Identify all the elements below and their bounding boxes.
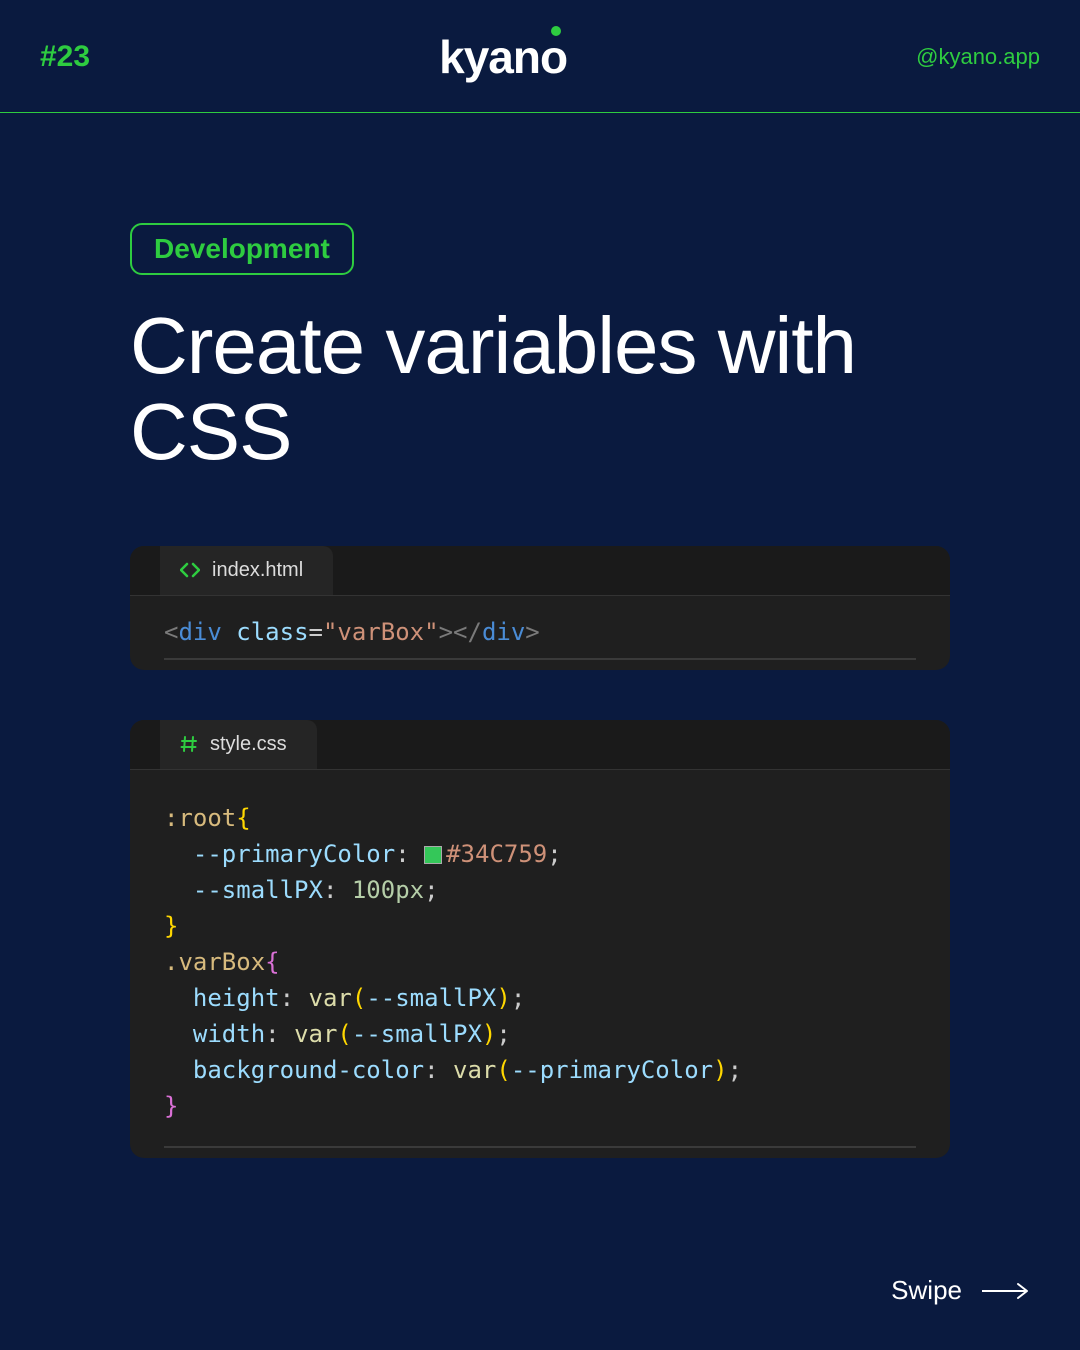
social-handle: @kyano.app: [916, 44, 1040, 70]
code-content: <div class="varBox"></div>: [130, 596, 950, 670]
code-content: :root{ --primaryColor: #34C759; --smallP…: [130, 770, 950, 1158]
code-block-css: style.css :root{ --primaryColor: #34C759…: [130, 720, 950, 1158]
header: #23 kyano @kyano.app: [0, 0, 1080, 113]
file-tab-html: index.html: [160, 546, 333, 595]
swipe-label: Swipe: [891, 1275, 962, 1306]
tab-bar: style.css: [130, 720, 950, 770]
tab-bar: index.html: [130, 546, 950, 596]
color-swatch-icon: [424, 846, 442, 864]
category-badge: Development: [130, 223, 354, 275]
arrow-right-icon: [980, 1282, 1030, 1300]
code-block-html: index.html <div class="varBox"></div>: [130, 546, 950, 670]
filename-label: index.html: [212, 559, 303, 582]
file-tab-css: style.css: [160, 720, 317, 769]
page-title: Create variables with CSS: [130, 303, 950, 476]
hash-icon: [180, 735, 198, 753]
logo-text: kyan: [439, 30, 540, 84]
post-number: #23: [40, 40, 90, 74]
swipe-cta[interactable]: Swipe: [891, 1275, 1030, 1306]
logo: kyano: [439, 30, 567, 84]
logo-suffix: o: [540, 30, 567, 84]
content: Development Create variables with CSS in…: [0, 113, 1080, 1158]
code-icon: [180, 562, 200, 578]
filename-label: style.css: [210, 733, 287, 756]
